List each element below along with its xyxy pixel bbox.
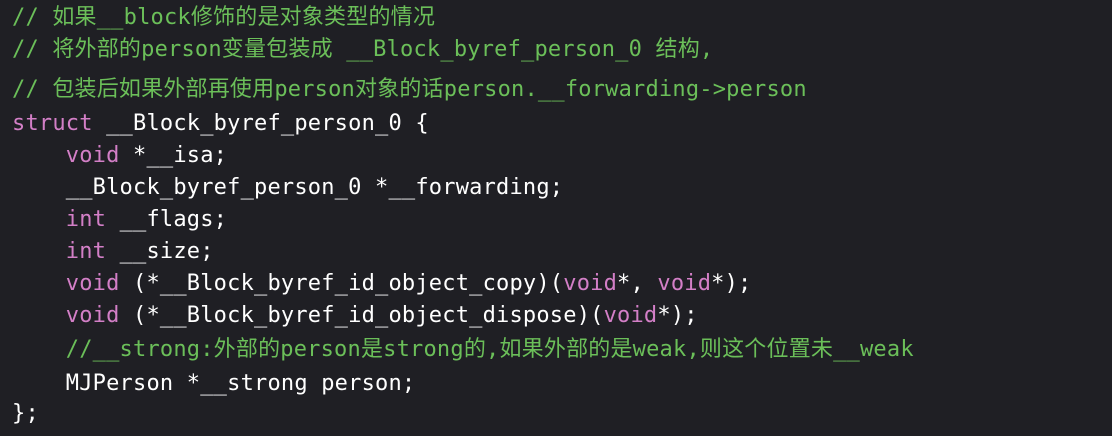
code-line: void *__isa; [12, 140, 227, 172]
code-line: void (*__Block_byref_id_object_copy)(voi… [12, 268, 752, 300]
code-comment: // 将外部的person变量包装成 __Block_byref_person_… [12, 37, 714, 62]
code-text: __flags; [106, 207, 228, 232]
code-line: // 如果__block修饰的是对象类型的情况 [12, 2, 435, 34]
code-text: __Block_byref_person_0 { [92, 111, 429, 136]
code-line: int __size; [12, 236, 214, 268]
code-keyword: struct [12, 111, 93, 136]
code-text: *, [617, 271, 658, 296]
code-keyword: int [65, 207, 107, 232]
code-comment: // 包装后如果外部再使用person对象的话person.__forwardi… [12, 77, 807, 102]
code-text: *); [657, 303, 698, 328]
code-line: void (*__Block_byref_id_object_dispose)(… [12, 300, 698, 332]
code-text: (*__Block_byref_id_object_dispose)( [119, 303, 604, 328]
code-line: __Block_byref_person_0 *__forwarding; [12, 172, 563, 204]
code-text: }; [12, 401, 39, 426]
code-text: *); [711, 271, 752, 296]
code-line: struct __Block_byref_person_0 { [12, 108, 429, 140]
code-keyword: void [65, 271, 120, 296]
code-keyword: void [603, 303, 658, 328]
code-line: int __flags; [12, 204, 227, 236]
code-keyword: int [65, 239, 107, 264]
code-keyword: void [65, 303, 120, 328]
code-keyword: void [65, 143, 120, 168]
code-line: MJPerson *__strong person; [12, 368, 415, 400]
code-editor[interactable]: // 如果__block修饰的是对象类型的情况 // 将外部的person变量包… [0, 0, 1112, 436]
code-line: // 将外部的person变量包装成 __Block_byref_person_… [12, 34, 713, 66]
code-text: __Block_byref_person_0 *__forwarding; [12, 175, 564, 200]
code-keyword: void [563, 271, 618, 296]
code-text: __size; [106, 239, 214, 264]
code-comment: // 如果__block修饰的是对象类型的情况 [12, 5, 436, 30]
code-text: MJPerson *__strong person; [12, 371, 416, 396]
code-line: }; [12, 398, 39, 430]
code-text: (*__Block_byref_id_object_copy)( [119, 271, 564, 296]
code-text: *__isa; [119, 143, 228, 168]
code-line: // 包装后如果外部再使用person对象的话person.__forwardi… [12, 74, 807, 106]
code-line: //__strong:外部的person是strong的,如果外部的是weak,… [12, 334, 914, 366]
code-comment: //__strong:外部的person是strong的,如果外部的是weak,… [65, 337, 914, 362]
code-keyword: void [657, 271, 712, 296]
